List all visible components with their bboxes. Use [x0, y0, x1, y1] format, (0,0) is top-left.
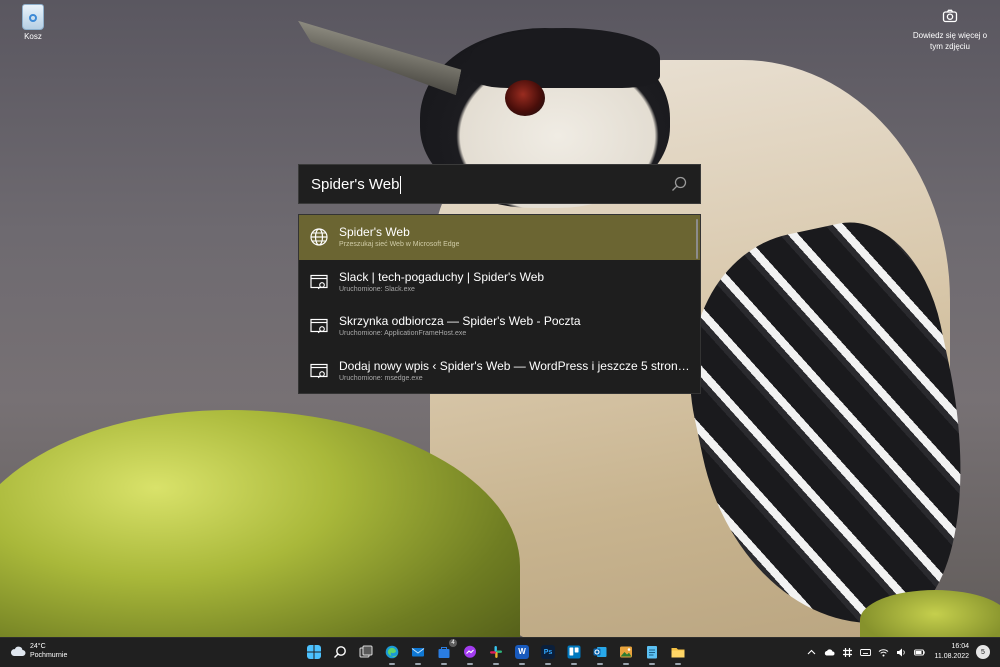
notepad-app[interactable]	[642, 642, 662, 665]
slack-icon	[490, 646, 502, 658]
battery-icon[interactable]	[914, 647, 926, 658]
window-icon	[310, 274, 328, 289]
result-title: Spider's Web	[339, 225, 410, 240]
result-item-web-search[interactable]: Spider's Web Przeszukaj sieć Web w Micro…	[299, 215, 700, 260]
result-title: Dodaj nowy wpis ‹ Spider's Web — WordPre…	[339, 358, 691, 373]
system-clock[interactable]: 16:04 11.08.2022	[934, 642, 969, 662]
explorer-app[interactable]	[668, 642, 688, 665]
learn-more-about-photo[interactable]: Dowiedz się więcej o tym zdjęciu	[908, 6, 992, 52]
system-tray: 16:04 11.08.2022 5	[806, 642, 990, 662]
slack-tray-icon[interactable]	[842, 647, 853, 658]
chevron-up-icon[interactable]	[806, 647, 817, 658]
globe-icon	[310, 228, 328, 246]
window-icon	[310, 363, 328, 378]
photos-app[interactable]	[616, 642, 636, 665]
store-icon	[438, 647, 450, 658]
learn-more-label: Dowiedz się więcej o tym zdjęciu	[912, 31, 988, 51]
launcher-results-list: Spider's Web Przeszukaj sieć Web w Micro…	[298, 214, 701, 394]
photos-icon	[620, 646, 632, 658]
store-badge: 4	[449, 639, 457, 647]
taskbar: 24°C Pochmurnie 4 W Ps 16:04 11.08.2022 …	[0, 637, 1000, 667]
taskbar-apps: 4 W Ps	[304, 639, 688, 665]
text-caret	[400, 176, 402, 194]
word-app[interactable]: W	[512, 642, 532, 665]
volume-icon[interactable]	[896, 647, 907, 658]
task-view-icon	[359, 645, 373, 658]
photoshop-icon: Ps	[541, 645, 555, 659]
launcher-search-input[interactable]	[299, 165, 670, 203]
edge-app[interactable]	[382, 642, 402, 665]
messenger-icon	[464, 645, 476, 658]
result-subtitle: Przeszukaj sieć Web w Microsoft Edge	[339, 241, 460, 249]
notification-center-badge[interactable]: 5	[976, 645, 990, 659]
start-button[interactable]	[304, 642, 324, 662]
weather-description: Pochmurnie	[30, 652, 68, 659]
results-scrollbar[interactable]	[696, 219, 698, 259]
recycle-bin-label: Kosz	[24, 32, 42, 41]
result-title: Skrzynka odbiorcza — Spider's Web - Pocz…	[339, 314, 581, 329]
weather-temperature: 24°C	[30, 643, 46, 650]
camera-icon	[942, 9, 958, 23]
trello-app[interactable]	[564, 642, 584, 665]
result-subtitle: Uruchomione: msedge.exe	[339, 374, 423, 382]
task-view-button[interactable]	[356, 642, 376, 662]
cloud-icon	[10, 646, 26, 656]
folder-icon	[671, 648, 685, 658]
wallpaper-bird-eye	[505, 80, 545, 116]
result-title: Slack | tech-pogaduchy | Spider's Web	[339, 269, 545, 284]
result-item-edge-window[interactable]: Dodaj nowy wpis ‹ Spider's Web — WordPre…	[299, 349, 700, 394]
onedrive-cloud-icon[interactable]	[824, 647, 835, 658]
clock-date: 11.08.2022	[934, 653, 969, 660]
window-icon	[310, 319, 328, 334]
outlook-app[interactable]	[590, 642, 610, 665]
notepad-icon	[647, 646, 657, 659]
mail-icon	[411, 648, 425, 657]
recycle-bin-shortcut[interactable]: Kosz	[14, 4, 52, 41]
result-subtitle: Uruchomione: Slack.exe	[339, 285, 415, 293]
weather-widget[interactable]: 24°C Pochmurnie	[10, 642, 67, 660]
launcher-search-box	[298, 164, 701, 204]
wifi-icon[interactable]	[878, 647, 889, 658]
search-icon[interactable]	[670, 175, 688, 193]
outlook-icon	[593, 647, 607, 657]
wallpaper-bird-beak	[290, 21, 465, 95]
photoshop-app[interactable]: Ps	[538, 642, 558, 665]
wallpaper-bird-cap	[470, 28, 660, 88]
clock-time: 16:04	[951, 643, 969, 650]
keyboard-icon[interactable]	[860, 647, 872, 658]
store-app[interactable]: 4	[434, 639, 457, 665]
result-item-mail-window[interactable]: Skrzynka odbiorcza — Spider's Web - Pocz…	[299, 304, 700, 349]
mail-app[interactable]	[408, 642, 428, 665]
word-icon: W	[515, 645, 529, 659]
messenger-app[interactable]	[460, 642, 480, 665]
result-subtitle: Uruchomione: ApplicationFrameHost.exe	[339, 330, 467, 338]
search-icon	[334, 646, 346, 658]
result-item-slack-window[interactable]: Slack | tech-pogaduchy | Spider's Web Ur…	[299, 260, 700, 305]
windows-logo-icon	[307, 645, 321, 659]
slack-app[interactable]	[486, 642, 506, 665]
trello-icon	[567, 645, 581, 659]
edge-icon	[385, 645, 399, 659]
search-button[interactable]	[330, 642, 350, 662]
recycle-bin-icon	[22, 4, 44, 30]
